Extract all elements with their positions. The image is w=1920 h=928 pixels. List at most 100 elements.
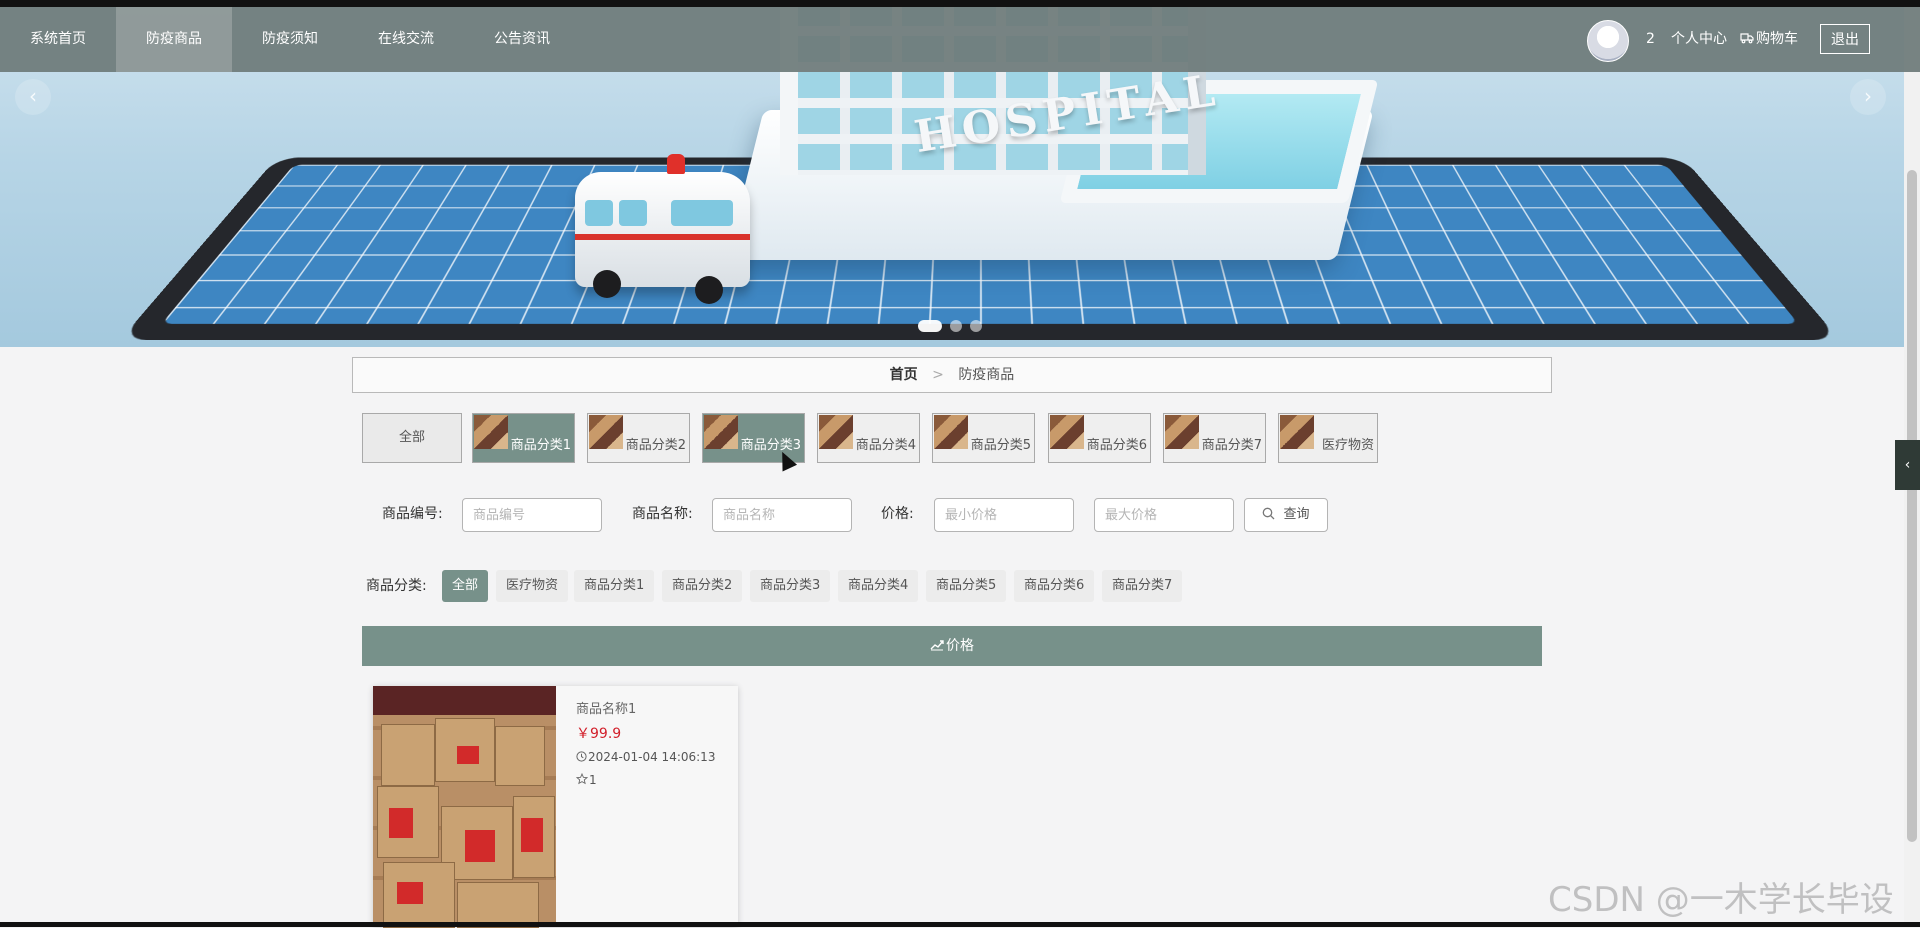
- category-tab-all[interactable]: 全部: [362, 413, 462, 463]
- category-tab-label: 医疗物资: [1321, 438, 1374, 453]
- product-card[interactable]: 商品名称1 ￥99.9 2024-01-04 14:06:13 1: [373, 686, 738, 928]
- image-box-shape: [495, 726, 545, 786]
- ambulance-stripe: [575, 234, 750, 240]
- category-thumbnail: [1165, 415, 1199, 449]
- carousel-dot-3[interactable]: [970, 320, 982, 332]
- category-tab-label: 商品分类3: [740, 438, 801, 453]
- filter-chip-all[interactable]: 全部: [442, 570, 489, 602]
- nav-item-home[interactable]: 系统首页: [0, 7, 116, 72]
- carousel-prev-arrow[interactable]: ‹: [15, 79, 51, 115]
- ambulance-window: [619, 200, 647, 226]
- logout-button[interactable]: 退出: [1820, 24, 1870, 54]
- carousel-next-arrow[interactable]: ›: [1850, 79, 1886, 115]
- cart-link[interactable]: 购物车: [1740, 7, 1798, 72]
- category-tab-5[interactable]: 商品分类5: [932, 413, 1035, 463]
- side-panel-toggle[interactable]: ‹: [1895, 440, 1920, 490]
- breadcrumb: 首页 > 防疫商品: [352, 357, 1552, 393]
- name-input[interactable]: [712, 498, 852, 532]
- category-tab-medical[interactable]: 医疗物资: [1278, 413, 1378, 463]
- name-label: 商品名称:: [632, 506, 693, 522]
- breadcrumb-current: 防疫商品: [958, 367, 1015, 383]
- image-red-label: [389, 808, 413, 838]
- category-tab-label: 商品分类1: [510, 438, 571, 453]
- search-icon: [1263, 507, 1275, 520]
- query-button-label: 查询: [1283, 507, 1310, 522]
- category-tab-label: 商品分类6: [1086, 438, 1147, 453]
- price-label: 价格:: [881, 506, 914, 522]
- filter-chip-medical[interactable]: 医疗物资: [496, 570, 569, 602]
- product-price: ￥99.9: [576, 726, 622, 742]
- clock-icon: [576, 751, 587, 762]
- category-tab-label: 商品分类5: [970, 438, 1031, 453]
- category-thumbnail: [934, 415, 968, 449]
- category-tab-7[interactable]: 商品分类7: [1163, 413, 1266, 463]
- code-label: 商品编号:: [382, 506, 443, 522]
- product-time: 2024-01-04 14:06:13: [576, 750, 715, 764]
- scrollbar-thumb[interactable]: [1907, 170, 1917, 842]
- category-tab-label: 商品分类4: [855, 438, 916, 453]
- price-sort-bar[interactable]: 价格: [362, 626, 1542, 666]
- min-price-input[interactable]: [934, 498, 1074, 532]
- category-thumbnail: [474, 415, 508, 449]
- max-price-input[interactable]: [1094, 498, 1234, 532]
- filter-chip-2[interactable]: 商品分类2: [662, 570, 743, 602]
- category-tab-label: 商品分类2: [625, 438, 686, 453]
- image-red-label: [457, 746, 479, 764]
- nav-item-forum[interactable]: 在线交流: [348, 7, 464, 72]
- category-thumbnail: [1280, 415, 1314, 449]
- personal-center-link[interactable]: 个人中心: [1671, 7, 1727, 72]
- ambulance-window: [671, 200, 733, 226]
- truck-icon: [1740, 33, 1754, 44]
- ambulance-window: [585, 200, 613, 226]
- filter-chip-7[interactable]: 商品分类7: [1102, 570, 1183, 602]
- carousel-dot-2[interactable]: [950, 320, 962, 332]
- query-button[interactable]: 查询: [1244, 498, 1328, 532]
- filter-chip-5[interactable]: 商品分类5: [926, 570, 1007, 602]
- top-navbar: 系统首页 防疫商品 防疫须知 在线交流 公告资讯 2 个人中心 购物车 退出: [0, 7, 1920, 72]
- user-avatar[interactable]: [1587, 20, 1629, 62]
- image-red-label: [521, 818, 543, 852]
- image-red-label: [465, 830, 495, 862]
- nav-item-news[interactable]: 公告资讯: [464, 7, 580, 72]
- product-name: 商品名称1: [576, 702, 637, 717]
- star-icon: [575, 772, 589, 785]
- category-tab-label: 商品分类7: [1201, 438, 1262, 453]
- price-sort-label: 价格: [946, 638, 974, 654]
- category-tab-4[interactable]: 商品分类4: [817, 413, 920, 463]
- user-count: 2: [1646, 31, 1655, 47]
- watermark: CSDN @一木学长毕设: [1548, 880, 1894, 920]
- cart-label: 购物车: [1756, 31, 1798, 47]
- product-favorites: 1: [575, 772, 597, 787]
- filter-chip-6[interactable]: 商品分类6: [1014, 570, 1095, 602]
- trend-chart-icon: [930, 640, 944, 651]
- ambulance-wheel: [695, 276, 723, 304]
- product-time-value: 2024-01-04 14:06:13: [588, 750, 716, 764]
- breadcrumb-home[interactable]: 首页: [890, 367, 918, 383]
- product-image: [373, 686, 556, 928]
- category-tab-2[interactable]: 商品分类2: [587, 413, 690, 463]
- window-top-edge: [0, 0, 1920, 7]
- filter-label: 商品分类:: [366, 578, 427, 594]
- siren-shape: [667, 154, 685, 174]
- category-thumbnail: [1050, 415, 1084, 449]
- category-tab-1[interactable]: 商品分类1: [472, 413, 575, 463]
- carousel-indicators[interactable]: [918, 320, 982, 332]
- image-box-shape: [381, 724, 435, 786]
- code-input[interactable]: [462, 498, 602, 532]
- filter-chip-4[interactable]: 商品分类4: [838, 570, 919, 602]
- category-thumbnail: [589, 415, 623, 449]
- image-red-label: [397, 882, 423, 904]
- carousel-dot-1[interactable]: [918, 320, 942, 332]
- window-bottom-edge: [0, 922, 1920, 927]
- breadcrumb-separator: >: [932, 367, 944, 383]
- category-thumbnail: [819, 415, 853, 449]
- product-favorites-count: 1: [589, 773, 597, 787]
- filter-chip-1[interactable]: 商品分类1: [574, 570, 655, 602]
- nav-item-guidelines[interactable]: 防疫须知: [232, 7, 348, 72]
- nav-item-products[interactable]: 防疫商品: [116, 7, 232, 72]
- category-tab-6[interactable]: 商品分类6: [1048, 413, 1151, 463]
- filter-chip-3[interactable]: 商品分类3: [750, 570, 831, 602]
- ambulance-wheel: [593, 270, 621, 298]
- ambulance-illustration: [575, 154, 750, 304]
- category-thumbnail: [704, 415, 738, 449]
